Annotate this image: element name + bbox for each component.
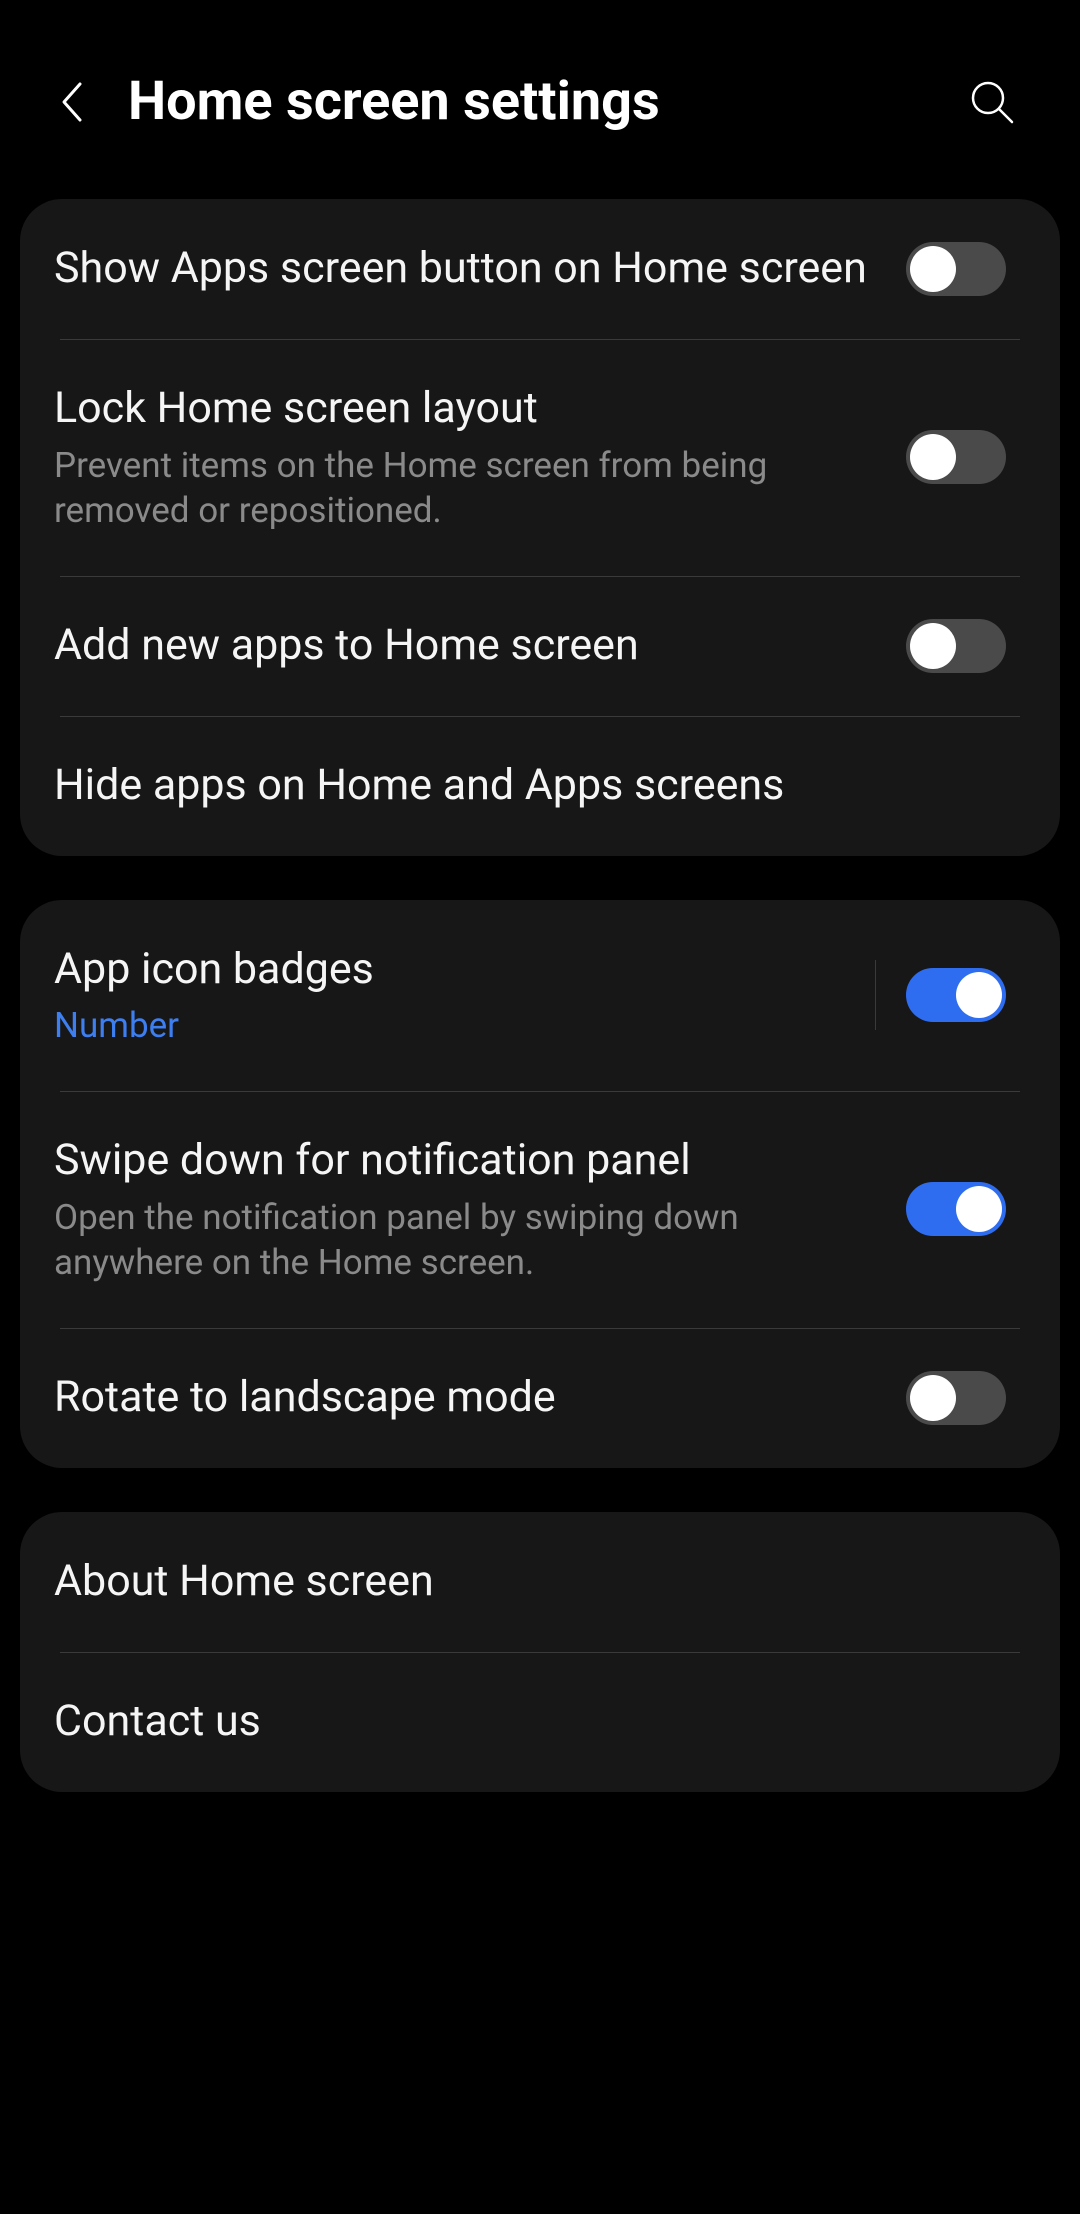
- toggle-lock-layout[interactable]: [906, 430, 1006, 484]
- row-sub-value: Number: [54, 1003, 845, 1049]
- toggle-knob: [956, 1186, 1002, 1232]
- row-text: Swipe down for notification panel Open t…: [54, 1133, 906, 1286]
- vertical-divider: [875, 960, 876, 1030]
- row-add-new-apps[interactable]: Add new apps to Home screen: [20, 576, 1060, 716]
- row-label: Add new apps to Home screen: [54, 618, 876, 674]
- row-rotate-landscape[interactable]: Rotate to landscape mode: [20, 1328, 1060, 1468]
- toggle-knob: [956, 972, 1002, 1018]
- row-label: App icon badges: [54, 942, 845, 998]
- settings-section-3: About Home screen Contact us: [20, 1512, 1060, 1792]
- row-text: Contact us: [54, 1694, 1006, 1750]
- toggle-knob: [910, 434, 956, 480]
- header: Home screen settings: [0, 0, 1080, 183]
- toggle-app-icon-badges[interactable]: [906, 968, 1006, 1022]
- toggle-show-apps-button[interactable]: [906, 242, 1006, 296]
- row-label: Swipe down for notification panel: [54, 1133, 876, 1189]
- settings-section-2: App icon badges Number Swipe down for no…: [20, 900, 1060, 1468]
- row-text: Lock Home screen layout Prevent items on…: [54, 381, 906, 534]
- chevron-left-icon: [56, 78, 88, 126]
- search-button[interactable]: [964, 74, 1020, 130]
- row-sub: Open the notification panel by swiping d…: [54, 1195, 876, 1286]
- row-swipe-down-notification[interactable]: Swipe down for notification panel Open t…: [20, 1091, 1060, 1328]
- settings-section-1: Show Apps screen button on Home screen L…: [20, 199, 1060, 856]
- row-text: Show Apps screen button on Home screen: [54, 241, 906, 297]
- row-label: Lock Home screen layout: [54, 381, 876, 437]
- row-app-icon-badges[interactable]: App icon badges Number: [20, 900, 1060, 1091]
- row-show-apps-button[interactable]: Show Apps screen button on Home screen: [20, 199, 1060, 339]
- toggle-add-new-apps[interactable]: [906, 619, 1006, 673]
- row-text: Hide apps on Home and Apps screens: [54, 758, 1006, 814]
- row-text: Add new apps to Home screen: [54, 618, 906, 674]
- toggle-swipe-down[interactable]: [906, 1182, 1006, 1236]
- row-sub: Prevent items on the Home screen from be…: [54, 443, 876, 534]
- toggle-knob: [910, 246, 956, 292]
- row-label: Hide apps on Home and Apps screens: [54, 758, 976, 814]
- search-icon: [968, 78, 1016, 126]
- row-text: App icon badges Number: [54, 942, 875, 1049]
- row-hide-apps[interactable]: Hide apps on Home and Apps screens: [20, 716, 1060, 856]
- toggle-knob: [910, 623, 956, 669]
- row-label: Show Apps screen button on Home screen: [54, 241, 876, 297]
- back-button[interactable]: [48, 78, 96, 126]
- row-about-home-screen[interactable]: About Home screen: [20, 1512, 1060, 1652]
- row-text: Rotate to landscape mode: [54, 1370, 906, 1426]
- row-label: Rotate to landscape mode: [54, 1370, 876, 1426]
- toggle-knob: [910, 1375, 956, 1421]
- toggle-rotate-landscape[interactable]: [906, 1371, 1006, 1425]
- row-text: About Home screen: [54, 1554, 1006, 1610]
- page-title: Home screen settings: [128, 70, 964, 133]
- row-label: Contact us: [54, 1694, 976, 1750]
- row-lock-layout[interactable]: Lock Home screen layout Prevent items on…: [20, 339, 1060, 576]
- row-label: About Home screen: [54, 1554, 976, 1610]
- row-contact-us[interactable]: Contact us: [20, 1652, 1060, 1792]
